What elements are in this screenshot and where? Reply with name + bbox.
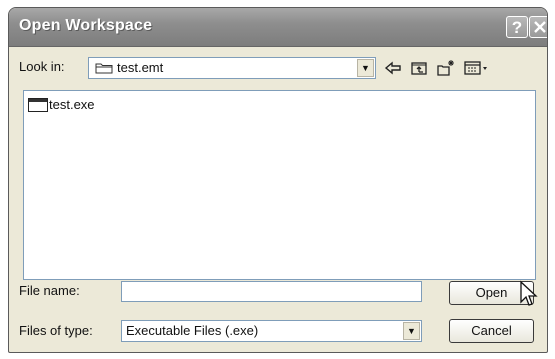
file-name-label: File name: — [19, 283, 80, 298]
new-folder-icon[interactable] — [437, 59, 455, 77]
cancel-button[interactable]: Cancel — [449, 319, 534, 343]
look-in-dropdown-button[interactable]: ▼ — [357, 59, 374, 77]
up-folder-icon[interactable] — [410, 59, 428, 77]
help-button[interactable]: ? — [506, 16, 528, 38]
dialog-title: Open Workspace — [19, 17, 153, 34]
open-workspace-dialog: Open Workspace ? Look in: test.emt ▼ tes… — [8, 7, 548, 353]
mouse-cursor-icon — [520, 280, 538, 306]
file-type-value: Executable Files (.exe) — [126, 323, 259, 338]
look-in-combobox[interactable]: test.emt ▼ — [88, 57, 376, 79]
files-of-type-label: Files of type: — [19, 323, 93, 338]
back-icon[interactable] — [384, 59, 402, 77]
file-type-select[interactable]: Executable Files (.exe) ▼ — [121, 320, 422, 342]
close-icon — [534, 21, 546, 33]
file-list[interactable]: test.exe — [23, 90, 536, 280]
exe-file-icon — [28, 98, 48, 112]
folder-icon — [95, 63, 113, 74]
view-menu-icon[interactable] — [464, 59, 490, 77]
look-in-label: Look in: — [19, 59, 65, 74]
file-name-label: test.exe — [49, 97, 95, 112]
title-bar[interactable]: Open Workspace ? — [9, 8, 547, 47]
close-button[interactable] — [529, 16, 547, 38]
look-in-value: test.emt — [117, 60, 164, 75]
file-name-input[interactable] — [121, 281, 422, 302]
file-type-dropdown-button[interactable]: ▼ — [403, 322, 420, 340]
